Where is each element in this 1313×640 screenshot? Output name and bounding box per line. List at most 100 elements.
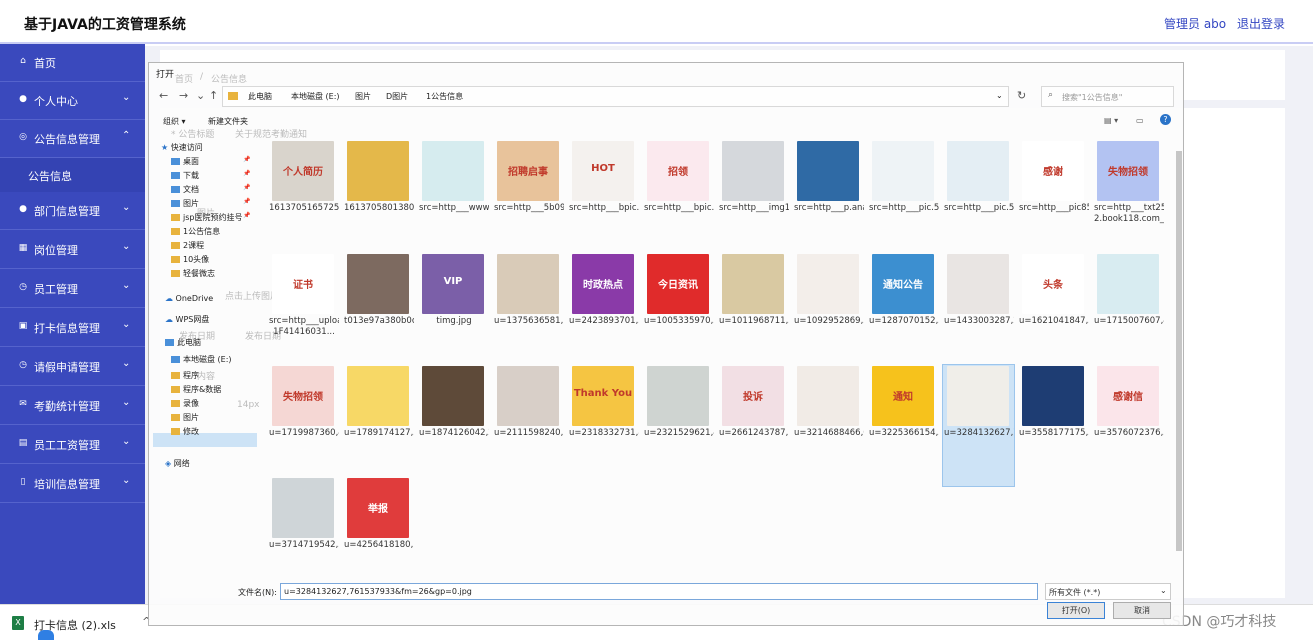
- tree-item[interactable]: 录像: [171, 398, 199, 409]
- refresh-icon[interactable]: ↻: [1017, 89, 1026, 102]
- file-thumbnail[interactable]: [947, 254, 1009, 314]
- file-thumbnail[interactable]: 招领: [647, 141, 709, 201]
- file-thumbnail[interactable]: [272, 478, 334, 538]
- tree-item[interactable]: 图片 📌: [171, 198, 250, 209]
- file-name[interactable]: u=2423893701,3428732597&fm=26&gp=0.jpg: [569, 316, 639, 371]
- file-name[interactable]: u=1005335970,3723003773&fm=26&gp=0.jpg: [644, 316, 714, 371]
- tree-item[interactable]: 文档 📌: [171, 184, 250, 195]
- tree-item[interactable]: 1公告信息: [171, 226, 220, 237]
- tree-item[interactable]: jsp医院预约挂号 📌: [171, 212, 250, 223]
- file-name[interactable]: u=3576072376,3186374508&fm=26&gp=0.jpg: [1094, 428, 1164, 483]
- file-name[interactable]: u=2111598240,1751901435&fm=15&gp=0.jpg: [494, 428, 564, 483]
- file-name[interactable]: u=2321529621,4274583971&fm=26&gp=0.jpg: [644, 428, 714, 483]
- tree-item[interactable]: 轻餐微志: [171, 268, 215, 279]
- sidebar-item-clock-in[interactable]: ▣ 打卡信息管理 ⌄: [0, 309, 145, 347]
- file-thumbnail[interactable]: [872, 141, 934, 201]
- file-thumbnail[interactable]: [497, 366, 559, 426]
- file-name[interactable]: src=http___bpic.588ku.com_element_origin…: [569, 203, 639, 247]
- file-name[interactable]: u=1874126042,2925198873&fm=26&gp=0.jpg: [419, 428, 489, 483]
- file-name[interactable]: u=1011968711,3889446553&fm=26&gp=0.jpg: [719, 316, 789, 371]
- tree-item[interactable]: 此电脑: [165, 337, 201, 348]
- file-thumbnail[interactable]: [1022, 366, 1084, 426]
- file-thumbnail[interactable]: [347, 254, 409, 314]
- file-thumbnail[interactable]: 通知: [872, 366, 934, 426]
- file-name[interactable]: src=http___pic.51yuansu.com_pic3_cover_0…: [869, 203, 939, 247]
- file-name[interactable]: u=4256418180,1844492340&fm=26&gp=0.jpg: [344, 540, 414, 573]
- file-name[interactable]: 1613705165725.jpg: [269, 203, 339, 247]
- file-thumbnail[interactable]: [422, 366, 484, 426]
- file-thumbnail[interactable]: 个人简历: [272, 141, 334, 201]
- tree-item[interactable]: 图片: [171, 412, 199, 423]
- file-thumbnail[interactable]: 通知公告: [872, 254, 934, 314]
- preview-pane-icon[interactable]: ▭: [1136, 116, 1144, 125]
- file-thumbnail[interactable]: [797, 254, 859, 314]
- sidebar-item-salary[interactable]: ▤ 员工工资管理 ⌄: [0, 426, 145, 464]
- file-name[interactable]: src=http___txt25-2.book118.com_2017_0620…: [1094, 203, 1164, 247]
- file-name[interactable]: u=3225366154,3087999066&fm=26&gp=0.jpg: [869, 428, 939, 483]
- file-name[interactable]: u=1433003287,2307919880&fm=26&gp=0.jpg: [944, 316, 1014, 371]
- open-button[interactable]: 打开(O): [1047, 602, 1105, 619]
- file-thumbnail[interactable]: [347, 366, 409, 426]
- file-thumbnail[interactable]: 时政热点: [572, 254, 634, 314]
- file-thumbnail[interactable]: [947, 366, 1009, 426]
- file-name[interactable]: src=http___bpic.588ku.com_element_origin…: [644, 203, 714, 247]
- file-name[interactable]: src=http___uploads.xuexila.com_allimg_17…: [269, 316, 339, 371]
- file-name[interactable]: src=http___5b0988e595225.cdn.sohucs.com_…: [494, 203, 564, 247]
- cancel-button[interactable]: 取消: [1113, 602, 1171, 619]
- tree-item[interactable]: ★ 快速访问: [161, 142, 203, 153]
- chevron-down-icon[interactable]: ⌄: [996, 91, 1003, 100]
- tree-item[interactable]: 10头像: [171, 254, 209, 265]
- path-segment[interactable]: 此电脑: [248, 91, 272, 102]
- file-thumbnail[interactable]: 感谢: [1022, 141, 1084, 201]
- file-thumbnail[interactable]: [722, 141, 784, 201]
- file-thumbnail[interactable]: VIP: [422, 254, 484, 314]
- forward-icon[interactable]: →: [179, 89, 188, 102]
- file-name[interactable]: u=1719987360,4269855352&fm=26&gp=0.jpg: [269, 428, 339, 483]
- file-thumbnail[interactable]: HOT: [572, 141, 634, 201]
- path-segment[interactable]: 1公告信息: [426, 91, 463, 102]
- tree-item[interactable]: 桌面 📌: [171, 156, 250, 167]
- file-thumbnail[interactable]: 投诉: [722, 366, 784, 426]
- tree-item[interactable]: ◈ 网络: [165, 458, 190, 469]
- file-name[interactable]: u=3284132627,7615379338&fm=26&gp=0.jpg: [944, 428, 1014, 483]
- file-thumbnail[interactable]: [347, 141, 409, 201]
- file-name[interactable]: u=2318332731,8811569696&fm=26&gp=0.jpg: [569, 428, 639, 483]
- sidebar-item-departments[interactable]: ● 部门信息管理 ⌄: [0, 192, 145, 230]
- file-name[interactable]: timg.jpg: [419, 316, 489, 371]
- scrollbar[interactable]: [1175, 143, 1183, 573]
- sidebar-item-attendance[interactable]: ✉ 考勤统计管理 ⌄: [0, 387, 145, 425]
- tree-item[interactable]: ☁ WPS网盘: [165, 314, 209, 325]
- file-name[interactable]: src=http___img11.360buyimg.com_n1_jfs_t1…: [719, 203, 789, 247]
- file-name[interactable]: src=http___pic85.nipic.com_file_20151220…: [1019, 203, 1089, 247]
- file-type-select[interactable]: 所有文件 (*.*) ⌄: [1045, 583, 1171, 600]
- file-thumbnail[interactable]: [1097, 254, 1159, 314]
- sidebar-item-announcements[interactable]: ◎ 公告信息管理 ⌃: [0, 120, 145, 158]
- filename-input[interactable]: u=3284132627,761537933&fm=26&gp=0.jpg: [280, 583, 1038, 600]
- tree-item[interactable]: 下载 📌: [171, 170, 250, 181]
- address-bar[interactable]: 此电脑 本地磁盘 (E:) 图片 D图片 1公告信息 ⌄: [222, 86, 1009, 107]
- recent-locations-icon[interactable]: ⌄: [196, 89, 205, 102]
- scroll-thumb[interactable]: [1176, 151, 1182, 551]
- file-thumbnail[interactable]: [422, 141, 484, 201]
- file-thumbnail[interactable]: [797, 366, 859, 426]
- path-segment[interactable]: 图片: [355, 91, 371, 102]
- tree-item[interactable]: ☁ OneDrive: [165, 294, 213, 303]
- file-thumbnail[interactable]: Thank You: [572, 366, 634, 426]
- file-name[interactable]: u=3714719542,3694019852&fm=26&gp=0.jpg: [269, 540, 339, 573]
- file-thumbnail[interactable]: 举报: [347, 478, 409, 538]
- sidebar-item-leave[interactable]: ◷ 请假申请管理 ⌄: [0, 348, 145, 386]
- view-options-icon[interactable]: ▤ ▾: [1104, 116, 1118, 125]
- path-segment[interactable]: 本地磁盘 (E:): [291, 91, 340, 102]
- file-name[interactable]: u=1092952869,3467665900&fm=26&gp=0.jpg: [794, 316, 864, 371]
- sidebar-item-positions[interactable]: ▦ 岗位管理 ⌄: [0, 231, 145, 269]
- organize-button[interactable]: 组织 ▾: [163, 116, 186, 127]
- new-folder-button[interactable]: 新建文件夹: [208, 116, 248, 127]
- file-name[interactable]: src=http___p.ananas.chaoxing.com_star3_o…: [794, 203, 864, 247]
- file-name[interactable]: t013e97a380b0c7b888.png: [344, 316, 414, 371]
- up-folder-icon[interactable]: ↑: [209, 89, 218, 102]
- file-thumbnail[interactable]: [947, 141, 1009, 201]
- file-name[interactable]: u=1621041847,3352666580&fm=26&gp=0.jpg: [1019, 316, 1089, 371]
- file-name[interactable]: u=1789174127,3895645957&fm=26&gp=0.jpg: [344, 428, 414, 483]
- logout-link[interactable]: 退出登录: [1237, 15, 1285, 32]
- file-thumbnail[interactable]: 今日资讯: [647, 254, 709, 314]
